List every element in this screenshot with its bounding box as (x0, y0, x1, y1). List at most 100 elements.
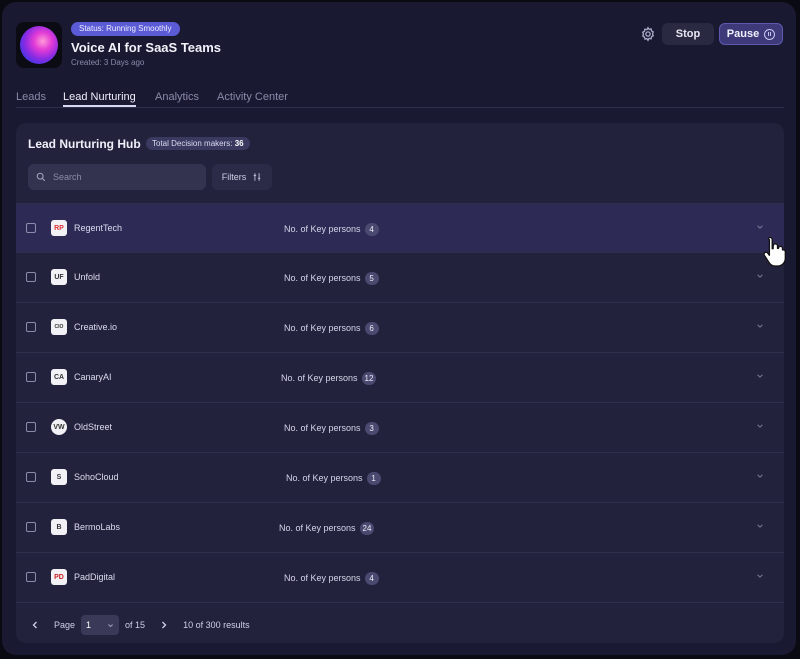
stop-button[interactable]: Stop (662, 23, 714, 45)
key-persons: No. of Key persons 3 (284, 421, 379, 435)
row-checkbox[interactable] (26, 372, 36, 382)
company-logo: UF (51, 269, 67, 285)
chevron-down-icon[interactable] (756, 372, 764, 380)
filters-button[interactable]: Filters (212, 164, 272, 190)
key-persons: No. of Key persons 4 (284, 222, 379, 236)
count-value: 36 (234, 139, 244, 148)
list-item[interactable]: PD PadDigital No. of Key persons 4 (16, 553, 784, 603)
list-item[interactable]: S SohoCloud No. of Key persons 1 (16, 453, 784, 503)
company-list: RP RegentTech No. of Key persons 4 UF Un… (16, 203, 784, 603)
company-name: SohoCloud (74, 472, 119, 482)
list-item[interactable]: VW OldStreet No. of Key persons 3 (16, 403, 784, 453)
row-checkbox[interactable] (26, 322, 36, 332)
company-logo: B (51, 519, 67, 535)
list-item[interactable]: CIO Creative.io No. of Key persons 6 (16, 303, 784, 353)
key-persons-count: 1 (366, 471, 381, 485)
key-persons-label: No. of Key persons (284, 573, 361, 583)
row-checkbox[interactable] (26, 422, 36, 432)
key-persons-label: No. of Key persons (284, 323, 361, 333)
page-select[interactable]: 1 (81, 615, 120, 635)
filters-label: Filters (221, 172, 247, 182)
list-item[interactable]: CA CanaryAI No. of Key persons 12 (16, 353, 784, 403)
row-checkbox[interactable] (26, 272, 36, 282)
company-name: BermoLabs (74, 522, 121, 532)
company-logo: PD (51, 569, 67, 585)
hand-cursor-icon (763, 236, 786, 267)
pause-button-label: Pause (726, 28, 760, 40)
company-logo: S (51, 469, 67, 485)
row-checkbox[interactable] (26, 572, 36, 582)
pagination: Page 1 of 15 10 of 300 results (30, 615, 250, 635)
page-total: of 15 (125, 620, 146, 630)
chevron-down-icon[interactable] (756, 522, 764, 530)
company-name: PadDigital (74, 572, 116, 582)
key-persons: No. of Key persons 24 (279, 521, 375, 535)
search-icon (36, 172, 46, 182)
key-persons: No. of Key persons 1 (286, 471, 381, 485)
tab-analytics[interactable]: Analytics (155, 91, 199, 103)
campaign-avatar (16, 22, 62, 68)
key-persons-label: No. of Key persons (281, 373, 358, 383)
search-input[interactable] (51, 171, 195, 183)
key-persons-label: No. of Key persons (284, 273, 361, 283)
chevron-right-icon[interactable] (159, 620, 169, 630)
list-item[interactable]: B BermoLabs No. of Key persons 24 (16, 503, 784, 553)
key-persons-count: 12 (361, 371, 377, 385)
list-item[interactable]: UF Unfold No. of Key persons 5 (16, 253, 784, 303)
key-persons-label: No. of Key persons (286, 473, 363, 483)
tab-lead-nurturing[interactable]: Lead Nurturing (63, 91, 136, 107)
status-badge: Status: Running Smoothly (71, 22, 180, 36)
company-logo: CIO (51, 319, 67, 335)
page-label: Page (54, 620, 76, 630)
company-name: Unfold (74, 272, 101, 282)
sliders-icon (253, 173, 261, 181)
chevron-down-icon[interactable] (756, 272, 764, 280)
pause-circle-icon (764, 28, 776, 40)
chevron-left-icon[interactable] (30, 620, 40, 630)
key-persons-label: No. of Key persons (284, 224, 361, 234)
list-item[interactable]: RP RegentTech No. of Key persons 4 (16, 203, 784, 253)
key-persons: No. of Key persons 12 (281, 371, 377, 385)
company-name: CanaryAI (74, 372, 112, 382)
key-persons-count: 4 (364, 222, 379, 236)
gear-icon[interactable] (640, 26, 656, 42)
key-persons-count: 6 (364, 321, 379, 335)
row-checkbox[interactable] (26, 223, 36, 233)
lead-nurturing-panel: Lead Nurturing Hub Total Decision makers… (16, 123, 784, 643)
chevron-down-icon[interactable] (756, 422, 764, 430)
page-value: 1 (86, 620, 92, 630)
chevron-down-icon[interactable] (756, 572, 764, 580)
tab-bar: Leads Lead Nurturing Analytics Activity … (16, 91, 784, 108)
chevron-down-icon[interactable] (756, 472, 764, 480)
key-persons-label: No. of Key persons (284, 423, 361, 433)
company-name: OldStreet (74, 422, 113, 432)
company-logo: RP (51, 220, 67, 236)
hub-title: Lead Nurturing Hub (28, 137, 141, 151)
key-persons: No. of Key persons 5 (284, 271, 379, 285)
tab-leads[interactable]: Leads (16, 91, 46, 103)
page-title: Voice AI for SaaS Teams (71, 40, 222, 55)
key-persons-count: 5 (364, 271, 379, 285)
key-persons-count: 3 (364, 421, 379, 435)
row-checkbox[interactable] (26, 522, 36, 532)
app-window: Status: Running Smoothly Voice AI for Sa… (2, 2, 796, 655)
key-persons-count: 24 (359, 521, 375, 535)
row-checkbox[interactable] (26, 472, 36, 482)
search-box[interactable] (28, 164, 206, 190)
count-label: Total Decision makers: (152, 139, 233, 148)
key-persons-label: No. of Key persons (279, 523, 356, 533)
company-logo: CA (51, 369, 67, 385)
key-persons-count: 4 (364, 571, 379, 585)
chevron-down-icon[interactable] (756, 322, 764, 330)
company-name: Creative.io (74, 322, 118, 332)
created-date: Created: 3 Days ago (71, 58, 145, 67)
chevron-down-icon (108, 623, 114, 627)
decision-makers-badge: Total Decision makers: 36 (146, 137, 250, 150)
pause-button[interactable]: Pause (719, 23, 783, 45)
results-count: 10 of 300 results (183, 620, 250, 630)
key-persons: No. of Key persons 6 (284, 321, 379, 335)
key-persons: No. of Key persons 4 (284, 571, 379, 585)
company-name: RegentTech (74, 223, 123, 233)
chevron-down-icon[interactable] (756, 223, 764, 231)
tab-activity-center[interactable]: Activity Center (217, 91, 288, 103)
